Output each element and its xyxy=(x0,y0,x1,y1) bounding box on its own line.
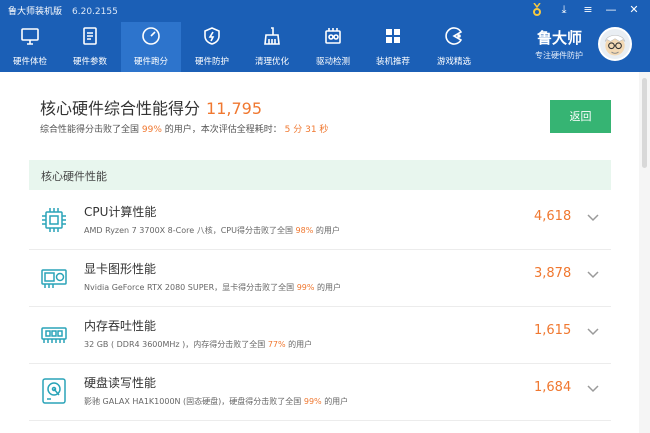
medal-icon[interactable] xyxy=(531,3,543,17)
memory-icon xyxy=(41,327,67,343)
summary-mid: 的用户，本次评估全程耗时： xyxy=(164,125,282,135)
desc-suffix: 的用户 xyxy=(324,397,349,406)
summary-time: 5 分 31 秒 xyxy=(284,125,329,135)
tab-driver-check[interactable]: 驱动检测 xyxy=(303,22,363,72)
tab-hardware-benchmark[interactable]: 硬件跑分 xyxy=(121,22,181,72)
close-icon[interactable]: ✕ xyxy=(627,3,641,17)
tab-label: 硬件防护 xyxy=(194,57,229,67)
item-name: 硬盘读写性能 xyxy=(84,376,157,390)
tab-hardware-check[interactable]: 硬件体检 xyxy=(0,22,60,72)
score-heading: 核心硬件综合性能得分 11,795 xyxy=(40,95,262,119)
tab-hardware-params[interactable]: 硬件参数 xyxy=(60,22,120,72)
desc-percent: 98% xyxy=(295,226,314,235)
desc-percent: 99% xyxy=(296,283,315,292)
brand-name: 鲁大师 xyxy=(537,29,583,47)
section-title: 核心硬件性能 xyxy=(41,170,107,183)
app-header: 鲁大师装机版 6.20.2155 ⤓ ≡ — ✕ 硬件体检 硬件参数 硬件跑分 … xyxy=(0,0,650,72)
list-item-gpu[interactable]: 显卡图形性能 Nvidia GeForce RTX 2080 SUPER，显卡得… xyxy=(29,250,611,307)
item-score: 4,618 xyxy=(534,209,572,224)
brand-tagline: 专注硬件防护 xyxy=(535,51,583,60)
item-name: 显卡图形性能 xyxy=(84,262,157,276)
app-title: 鲁大师装机版 xyxy=(8,7,63,17)
tab-label: 装机推荐 xyxy=(375,57,410,67)
tab-label: 清理优化 xyxy=(254,57,289,67)
tab-hardware-protection[interactable]: 硬件防护 xyxy=(182,22,242,72)
mascot-icon xyxy=(604,35,626,56)
list-item-cpu[interactable]: CPU计算性能 AMD Ryzen 7 3700X 8-Core 八核，CPU得… xyxy=(29,193,611,250)
app-version: 6.20.2155 xyxy=(72,7,118,17)
vertical-scrollbar[interactable] xyxy=(639,72,650,433)
section-header: 核心硬件性能 xyxy=(29,160,611,190)
broom-icon xyxy=(264,27,280,45)
item-score: 1,615 xyxy=(534,323,572,338)
item-desc: 影驰 GALAX HA1K1000N (固态硬盘)，硬盘得分击败了全国 99% … xyxy=(84,396,348,407)
download-icon[interactable]: ⤓ xyxy=(557,3,571,17)
item-score: 1,684 xyxy=(534,380,572,395)
scrollbar-thumb[interactable] xyxy=(642,78,647,168)
desc-text: Nvidia GeForce RTX 2080 SUPER，显卡得分击败了全国 xyxy=(84,283,295,292)
tab-label: 硬件体检 xyxy=(12,57,47,67)
tab-label: 驱动检测 xyxy=(315,57,350,67)
score-title-text: 核心硬件综合性能得分 xyxy=(40,99,201,118)
score-summary: 综合性能得分击败了全国 99% 的用户，本次评估全程耗时： 5 分 31 秒 xyxy=(40,122,328,135)
menu-icon[interactable]: ≡ xyxy=(581,3,595,17)
desc-text: 32 GB ( DDR4 3600MHz )，内存得分击败了全国 xyxy=(84,340,266,349)
graphics-card-icon xyxy=(41,269,67,288)
tab-label: 硬件参数 xyxy=(72,57,107,67)
monitor-icon xyxy=(21,28,39,45)
speedometer-icon xyxy=(142,27,160,45)
summary-percent: 99% xyxy=(141,125,162,135)
desc-percent: 77% xyxy=(267,340,286,349)
cpu-icon xyxy=(42,208,66,232)
item-name: CPU计算性能 xyxy=(84,205,157,219)
desc-suffix: 的用户 xyxy=(288,340,313,349)
tab-label: 硬件跑分 xyxy=(133,57,168,67)
pacman-icon xyxy=(445,27,463,45)
item-desc: Nvidia GeForce RTX 2080 SUPER，显卡得分击败了全国 … xyxy=(84,282,341,293)
shield-icon xyxy=(204,27,220,45)
chevron-down-icon[interactable] xyxy=(586,325,600,339)
desc-suffix: 的用户 xyxy=(315,226,340,235)
item-name: 内存吞吐性能 xyxy=(84,319,157,333)
desc-text: AMD Ryzen 7 3700X 8-Core 八核，CPU得分击败了全国 xyxy=(84,226,293,235)
chevron-down-icon[interactable] xyxy=(586,382,600,396)
tab-game-picks[interactable]: 游戏精选 xyxy=(424,22,484,72)
grid-icon xyxy=(386,29,400,43)
summary-prefix: 综合性能得分击败了全国 xyxy=(40,125,140,135)
document-icon xyxy=(83,27,97,45)
title-bar: 鲁大师装机版 6.20.2155 xyxy=(8,4,118,17)
chevron-down-icon[interactable] xyxy=(586,268,600,282)
list-item-disk[interactable]: 硬盘读写性能 影驰 GALAX HA1K1000N (固态硬盘)，硬盘得分击败了… xyxy=(29,364,611,421)
chevron-down-icon[interactable] xyxy=(586,211,600,225)
disk-icon xyxy=(42,378,66,404)
avatar[interactable] xyxy=(598,27,632,61)
tab-cleanup[interactable]: 清理优化 xyxy=(242,22,302,72)
item-desc: 32 GB ( DDR4 3600MHz )，内存得分击败了全国 77% 的用户 xyxy=(84,339,312,350)
tab-build-recommend[interactable]: 装机推荐 xyxy=(363,22,423,72)
list-item-memory[interactable]: 内存吞吐性能 32 GB ( DDR4 3600MHz )，内存得分击败了全国 … xyxy=(29,307,611,364)
tab-label: 游戏精选 xyxy=(436,57,471,67)
desc-suffix: 的用户 xyxy=(317,283,342,292)
item-score: 3,878 xyxy=(534,266,572,281)
back-button[interactable]: 返回 xyxy=(550,100,611,133)
desc-percent: 99% xyxy=(303,397,322,406)
item-desc: AMD Ryzen 7 3700X 8-Core 八核，CPU得分击败了全国 9… xyxy=(84,225,340,236)
desc-text: 影驰 GALAX HA1K1000N (固态硬盘)，硬盘得分击败了全国 xyxy=(84,397,302,406)
minimize-icon[interactable]: — xyxy=(604,3,618,17)
chip-icon xyxy=(325,28,341,44)
total-score: 11,795 xyxy=(206,99,262,118)
